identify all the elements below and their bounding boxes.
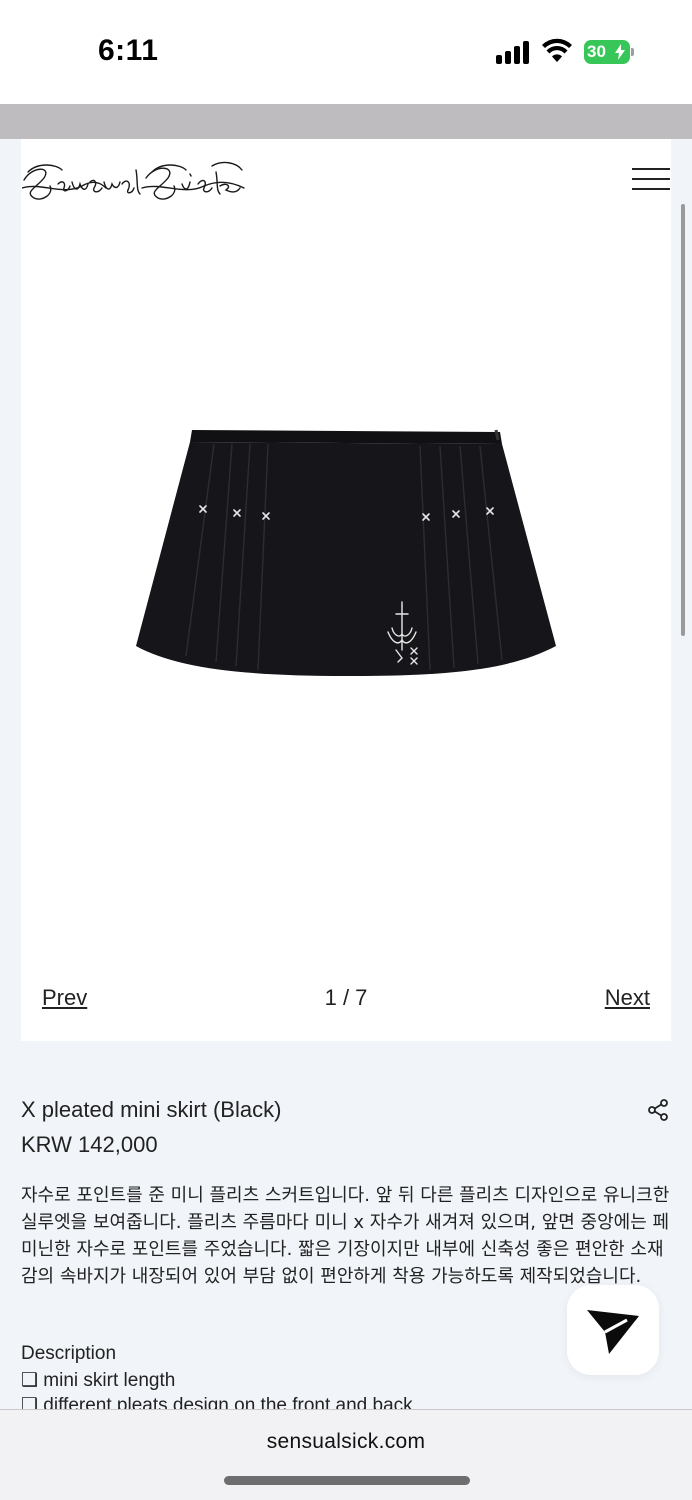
- product-image[interactable]: [130, 420, 562, 682]
- hamburger-menu-icon: [632, 168, 670, 170]
- next-button[interactable]: Next: [605, 985, 650, 1011]
- wifi-icon: [542, 38, 572, 62]
- product-title: X pleated mini skirt (Black): [21, 1097, 282, 1122]
- gallery-navigation: Prev 1 / 7 Next: [21, 985, 671, 1021]
- browser-url-bar[interactable]: sensualsick.com: [0, 1409, 692, 1500]
- cellular-signal-icon: [496, 40, 532, 64]
- send-button[interactable]: [567, 1285, 659, 1375]
- status-bar: 6:11 30: [0, 0, 692, 104]
- url-text[interactable]: sensualsick.com: [0, 1430, 692, 1454]
- brand-logo[interactable]: [22, 152, 246, 206]
- charging-bolt-icon: [615, 44, 625, 60]
- share-icon[interactable]: [646, 1098, 670, 1122]
- list-item: ❑ different pleats design on the front a…: [21, 1395, 413, 1409]
- product-description: 자수로 포인트를 준 미니 플리츠 스커트입니다. 앞 뒤 다른 플리츠 디자인…: [21, 1185, 670, 1287]
- list-item: ❑ mini skirt length: [21, 1370, 176, 1391]
- menu-button[interactable]: [628, 164, 672, 194]
- description-heading: Description: [21, 1343, 117, 1364]
- battery-icon: 30: [584, 40, 634, 64]
- status-time: 6:11: [98, 34, 159, 67]
- home-indicator[interactable]: [224, 1476, 470, 1485]
- gallery-counter: 1 / 7: [324, 985, 368, 1010]
- browser-top-band: [0, 104, 692, 139]
- scrollbar[interactable]: [681, 204, 685, 636]
- product-price: KRW 142,000: [21, 1132, 158, 1157]
- paper-plane-icon: [587, 1310, 639, 1354]
